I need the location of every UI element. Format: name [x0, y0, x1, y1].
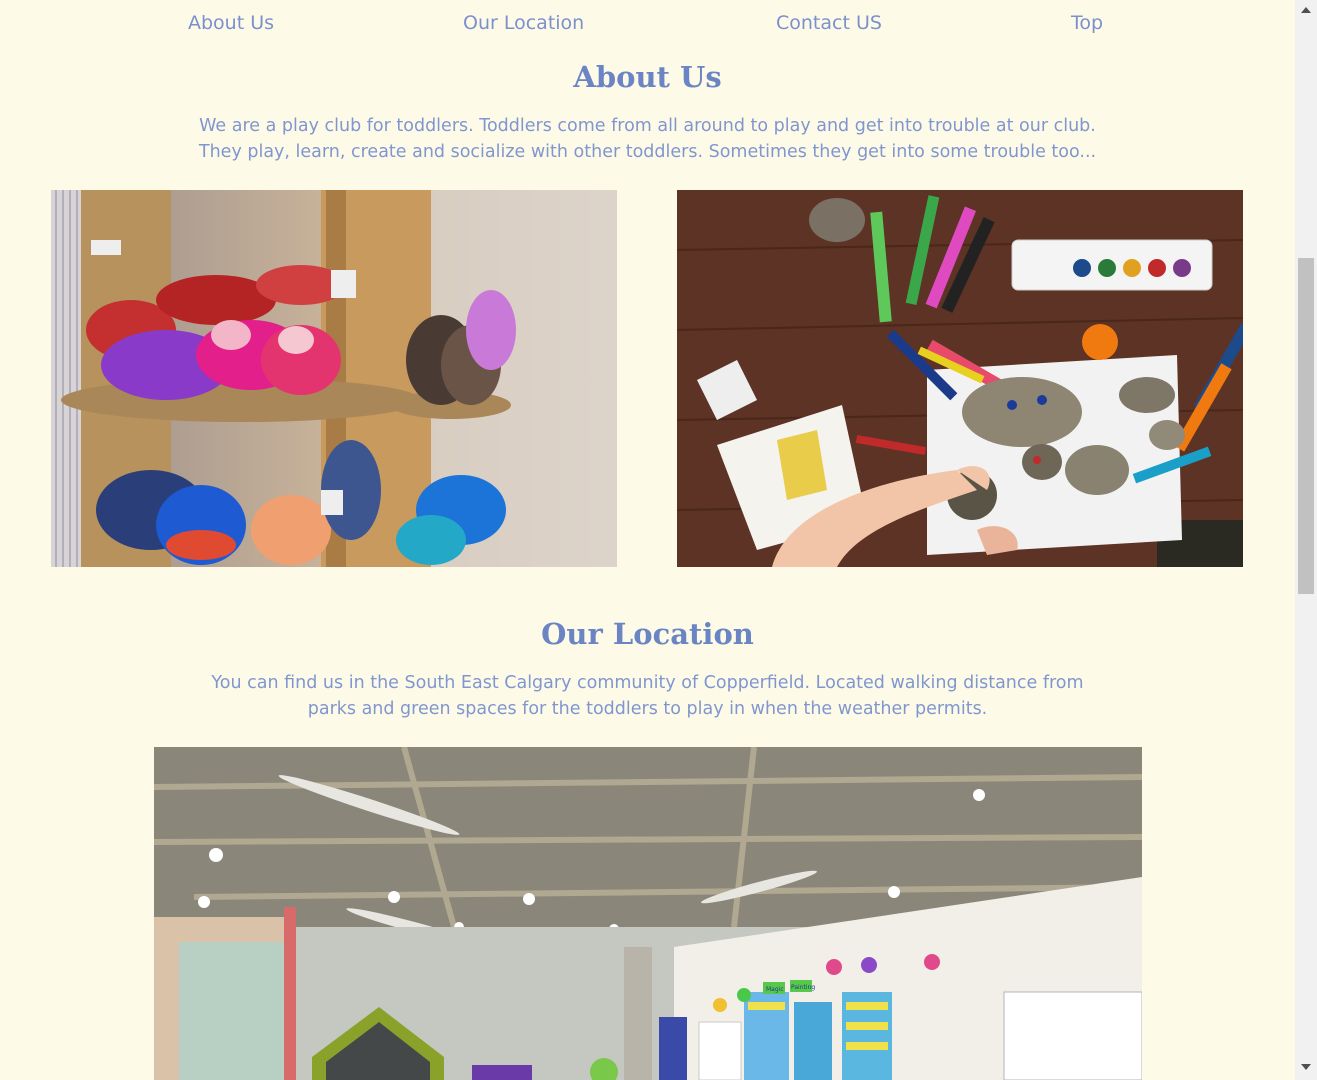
nav-link-our-location[interactable]: Our Location	[463, 12, 584, 34]
top-nav: About Us Our Location Contact US Top	[0, 12, 1295, 42]
scroll-up-arrow-icon[interactable]	[1301, 7, 1311, 13]
poster-label-painting: Painting	[791, 984, 815, 991]
vertical-scrollbar[interactable]	[1295, 0, 1317, 1080]
shoes-photo	[51, 190, 617, 567]
nav-link-top[interactable]: Top	[1071, 12, 1103, 34]
nav-link-contact-us[interactable]: Contact US	[776, 12, 882, 34]
about-us-text-line-2: They play, learn, create and socialize w…	[198, 142, 1097, 162]
scrollbar-thumb[interactable]	[1298, 258, 1314, 594]
our-location-text-line-2: parks and green spaces for the toddlers …	[307, 699, 988, 719]
scroll-down-arrow-icon[interactable]	[1301, 1064, 1311, 1070]
poster-label-magic: Magic	[766, 986, 784, 993]
nav-link-about-us[interactable]: About Us	[188, 12, 274, 34]
craft-table-photo	[677, 190, 1243, 567]
our-location-text-line-1: You can find us in the South East Calgar…	[211, 673, 1084, 693]
our-location-title: Our Location	[541, 617, 754, 651]
play-room-photo: Magic Painting	[154, 747, 1142, 1080]
about-us-title: About Us	[573, 60, 722, 94]
page-viewport: About Us Our Location Contact US Top Abo…	[0, 0, 1295, 1080]
about-us-text-line-1: We are a play club for toddlers. Toddler…	[199, 116, 1096, 136]
